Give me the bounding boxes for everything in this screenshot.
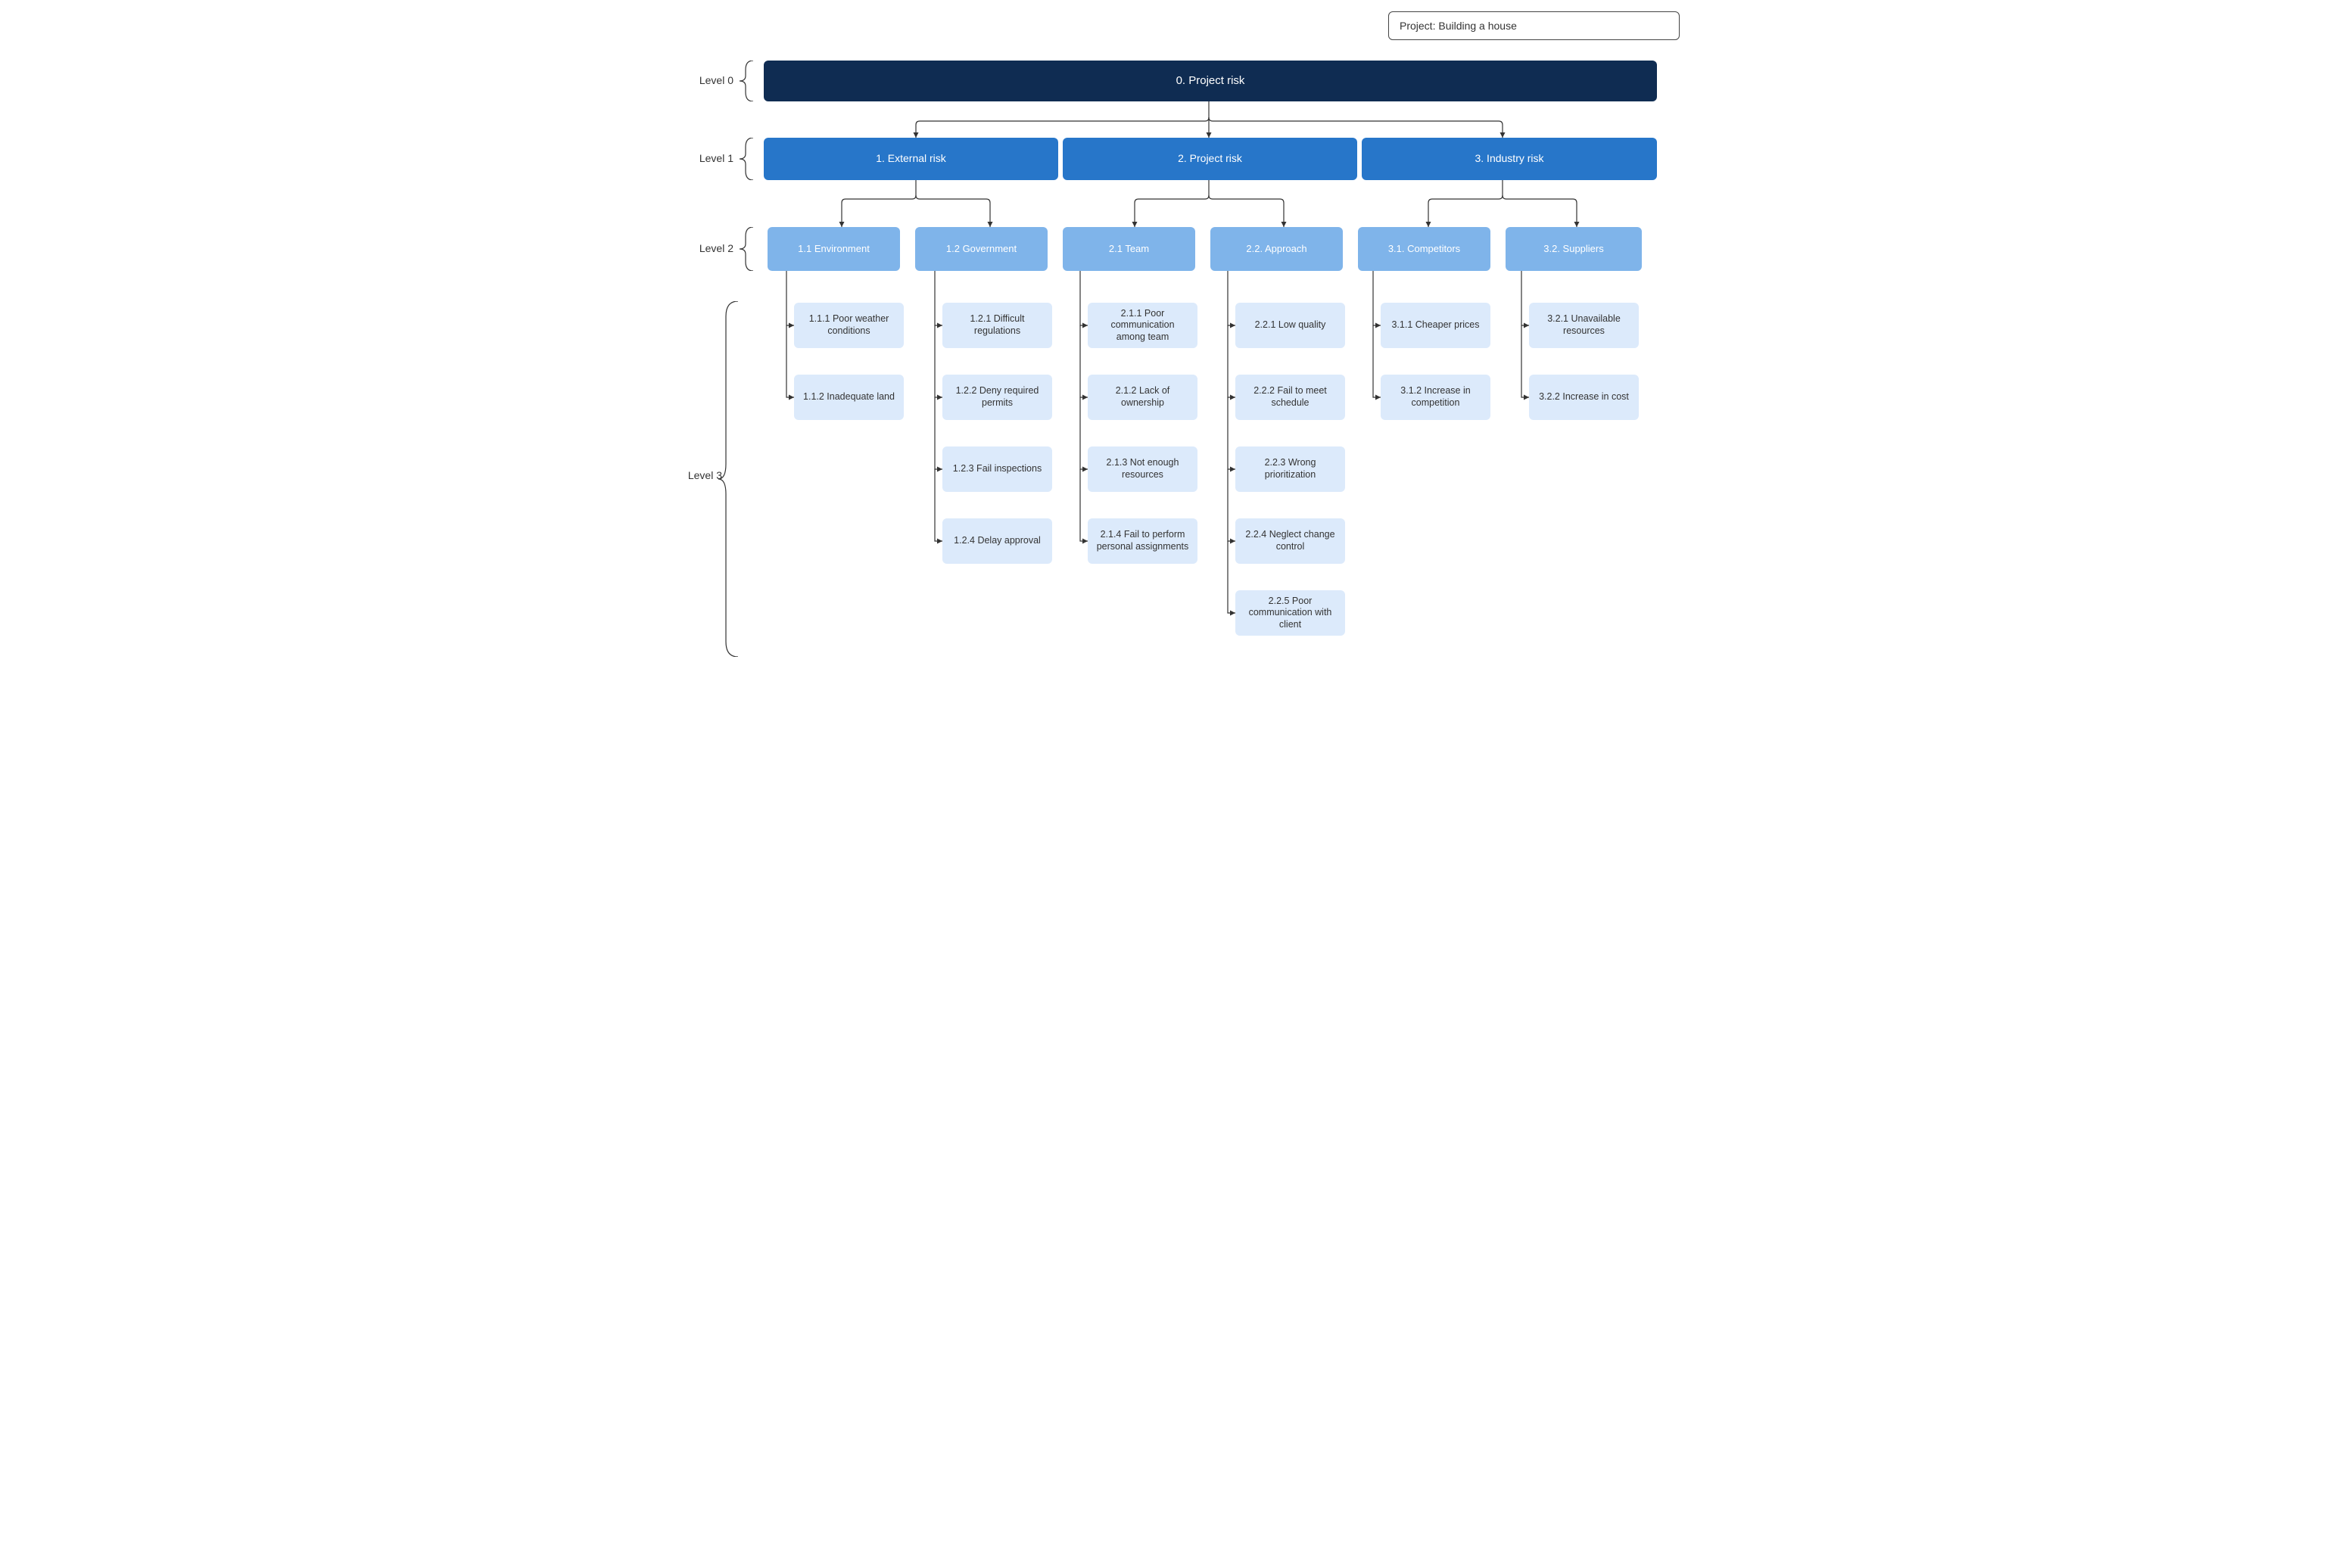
node-1-external-risk: 1. External risk xyxy=(764,138,1058,180)
level-3-label: Level 3 xyxy=(669,469,722,481)
level-0-label: Level 0 xyxy=(680,74,733,86)
node-3-2-suppliers: 3.2. Suppliers xyxy=(1506,227,1642,271)
node-2-1-4-assignments: 2.1.4 Fail to perform personal assignmen… xyxy=(1088,518,1197,564)
node-1-1-environment: 1.1 Environment xyxy=(768,227,900,271)
node-2-2-approach: 2.2. Approach xyxy=(1210,227,1343,271)
node-2-2-2-schedule: 2.2.2 Fail to meet schedule xyxy=(1235,375,1345,420)
node-1-1-1-weather: 1.1.1 Poor weather conditions xyxy=(794,303,904,348)
node-2-1-1-communication: 2.1.1 Poor communication among team xyxy=(1088,303,1197,348)
node-2-2-4-change-control: 2.2.4 Neglect change control xyxy=(1235,518,1345,564)
level-1-label: Level 1 xyxy=(680,152,733,164)
project-label-box: Project: Building a house xyxy=(1388,11,1680,40)
node-2-1-2-ownership: 2.1.2 Lack of ownership xyxy=(1088,375,1197,420)
node-2-1-team: 2.1 Team xyxy=(1063,227,1195,271)
node-2-project-risk: 2. Project risk xyxy=(1063,138,1357,180)
node-3-2-1-unavailable: 3.2.1 Unavailable resources xyxy=(1529,303,1639,348)
node-1-2-2-permits: 1.2.2 Deny required permits xyxy=(942,375,1052,420)
node-2-2-1-quality: 2.2.1 Low quality xyxy=(1235,303,1345,348)
node-3-1-competitors: 3.1. Competitors xyxy=(1358,227,1490,271)
node-1-1-2-land: 1.1.2 Inadequate land xyxy=(794,375,904,420)
risk-breakdown-diagram: Project: Building a house Level 0 Level … xyxy=(643,0,1702,757)
node-3-2-2-cost: 3.2.2 Increase in cost xyxy=(1529,375,1639,420)
node-2-1-3-resources: 2.1.3 Not enough resources xyxy=(1088,446,1197,492)
node-1-2-4-approval: 1.2.4 Delay approval xyxy=(942,518,1052,564)
node-2-2-3-prioritization: 2.2.3 Wrong prioritization xyxy=(1235,446,1345,492)
node-2-2-5-client-communication: 2.2.5 Poor communication with client xyxy=(1235,590,1345,636)
node-3-industry-risk: 3. Industry risk xyxy=(1362,138,1657,180)
level-2-label: Level 2 xyxy=(680,242,733,254)
node-0-project-risk: 0. Project risk xyxy=(764,61,1657,101)
node-1-2-government: 1.2 Government xyxy=(915,227,1048,271)
node-1-2-3-inspections: 1.2.3 Fail inspections xyxy=(942,446,1052,492)
node-3-1-2-competition: 3.1.2 Increase in competition xyxy=(1381,375,1490,420)
node-1-2-1-regulations: 1.2.1 Difficult regulations xyxy=(942,303,1052,348)
node-3-1-1-prices: 3.1.1 Cheaper prices xyxy=(1381,303,1490,348)
